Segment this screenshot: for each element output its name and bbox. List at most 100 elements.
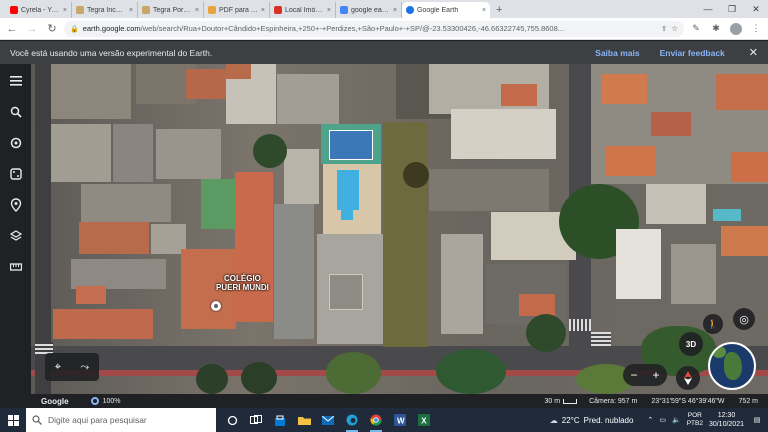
more-menu-icon[interactable]: ⋮ <box>748 21 764 37</box>
chevron-up-icon[interactable]: ⌃ <box>647 416 653 424</box>
pool <box>713 209 741 221</box>
voyager-icon[interactable] <box>9 136 23 150</box>
svg-text:X: X <box>421 417 427 426</box>
mini-globe[interactable] <box>708 342 756 390</box>
notifications-icon[interactable]: ▤ <box>750 413 764 427</box>
building-roof <box>79 222 149 254</box>
volume-icon[interactable]: 🔈 <box>672 416 681 424</box>
zoom-level: 100% <box>102 397 121 405</box>
close-tab-icon[interactable]: × <box>393 7 397 14</box>
map-status-bar: Google 100% 30 m Câmera: 957 m 23°31'59"… <box>31 394 768 408</box>
building-roof <box>226 64 251 79</box>
close-tab-icon[interactable]: × <box>195 7 199 14</box>
ground-elevation: 752 m <box>738 397 758 405</box>
close-tab-icon[interactable]: × <box>261 7 265 14</box>
coordinates: 23°31'59"S 46°39'46"W <box>651 397 725 405</box>
bookmark-star-icon[interactable]: ☆ <box>671 24 678 33</box>
minimize-icon[interactable]: — <box>696 0 720 18</box>
search-placeholder: Digite aqui para pesquisar <box>48 415 147 425</box>
tab-youtube[interactable]: Cyrela - YouTube × <box>6 2 72 18</box>
screen: Cyrela - YouTube × Tegra Incorporad × Te… <box>0 0 768 432</box>
clock[interactable]: 12:30 30/10/2021 <box>709 411 744 429</box>
weather-widget[interactable]: ☁ 22°C Pred. nublado <box>550 416 634 425</box>
close-tab-icon[interactable]: × <box>327 7 331 14</box>
satellite-map[interactable]: COLÉGIO PUERI MUNDI ⌖ ⤳ 🚶 ◎ 3D − + <box>31 64 768 394</box>
restore-icon[interactable]: ❐ <box>720 0 744 18</box>
extension-icon[interactable]: ✎ <box>688 21 704 37</box>
task-view-icon[interactable] <box>244 408 268 432</box>
building-roof <box>235 172 273 322</box>
tower-roof <box>329 274 363 310</box>
zoom-out-button[interactable]: − <box>630 368 637 382</box>
tower-building <box>441 234 483 334</box>
toggle-3d-button[interactable]: 3D <box>679 332 703 356</box>
new-tab-button[interactable]: + <box>490 2 508 18</box>
browser-toolbar: ← → ↻ 🔒 earth.google.com/web/search/Rua+… <box>0 18 768 40</box>
tab-tegra-portal[interactable]: Tegra Portal Corr × <box>138 2 204 18</box>
start-button[interactable] <box>0 408 26 432</box>
dice-icon[interactable] <box>9 167 23 181</box>
tab-tegra-incorporadora[interactable]: Tegra Incorporad × <box>72 2 138 18</box>
tab-label: google earth - co <box>351 6 390 14</box>
share-icon[interactable]: ⇪ <box>661 24 667 33</box>
zoom-control: − + <box>623 364 667 386</box>
tab-label: Cyrela - YouTube <box>21 6 60 14</box>
svg-text:W: W <box>397 417 405 426</box>
place-label-colegio[interactable]: COLÉGIO PUERI MUNDI <box>216 274 269 292</box>
tegra-icon <box>76 6 84 14</box>
tab-label: PDF para TXT: Co <box>219 6 258 14</box>
back-icon[interactable]: ← <box>4 21 20 37</box>
menu-icon[interactable] <box>9 74 23 88</box>
building <box>81 184 171 222</box>
building <box>277 74 339 124</box>
puzzle-icon[interactable]: ✱ <box>708 21 724 37</box>
tree <box>526 314 566 352</box>
zoom-in-button[interactable]: + <box>652 368 659 382</box>
window-controls: — ❐ ✕ <box>696 0 768 18</box>
location-pin-icon[interactable]: ⌖ <box>55 361 61 374</box>
taskbar-search-box[interactable]: Digite aqui para pesquisar <box>26 408 216 432</box>
close-tab-icon[interactable]: × <box>482 7 486 14</box>
chrome-icon[interactable] <box>364 408 388 432</box>
building-roof <box>731 152 768 182</box>
building-roof <box>716 74 768 110</box>
tab-google-search[interactable]: google earth - co × <box>336 2 402 18</box>
edge-icon[interactable] <box>340 408 364 432</box>
folder-icon[interactable] <box>292 408 316 432</box>
close-banner-icon[interactable]: ✕ <box>749 46 758 59</box>
pegman-icon[interactable]: 🚶 <box>703 314 723 334</box>
forward-icon[interactable]: → <box>24 21 40 37</box>
ruler-icon[interactable] <box>9 260 23 274</box>
tab-google-earth[interactable]: Google Earth × <box>402 2 490 18</box>
reload-icon[interactable]: ↻ <box>44 21 60 37</box>
close-tab-icon[interactable]: × <box>129 7 133 14</box>
tab-local-imoveis[interactable]: Local Imóveis - Tr × <box>270 2 336 18</box>
mail-icon[interactable] <box>316 408 340 432</box>
close-tab-icon[interactable]: × <box>63 7 67 14</box>
network-icon[interactable]: ▭ <box>659 416 666 424</box>
compass-icon[interactable] <box>676 366 700 390</box>
close-window-icon[interactable]: ✕ <box>744 0 768 18</box>
path-icon[interactable]: ⤳ <box>80 361 89 374</box>
pin-icon[interactable] <box>9 198 23 212</box>
layers-icon[interactable] <box>9 229 23 243</box>
profile-avatar[interactable] <box>728 21 744 37</box>
experimental-banner: Você está usando uma versão experimental… <box>0 41 768 64</box>
search-icon[interactable] <box>9 105 23 119</box>
language-indicator[interactable]: POR PTB2 <box>687 412 703 428</box>
place-pin-icon[interactable] <box>211 301 221 311</box>
address-bar[interactable]: 🔒 earth.google.com/web/search/Rua+Doutor… <box>64 20 684 37</box>
word-icon[interactable]: W <box>388 408 412 432</box>
tree <box>253 134 287 168</box>
lock-icon[interactable]: 🔒 <box>70 25 79 33</box>
cloud-icon: ☁ <box>549 415 558 425</box>
store-icon[interactable] <box>268 408 292 432</box>
building <box>274 204 314 339</box>
excel-icon[interactable]: X <box>412 408 436 432</box>
send-feedback-link[interactable]: Enviar feedback <box>660 48 725 58</box>
my-location-icon[interactable]: ◎ <box>733 308 755 330</box>
learn-more-link[interactable]: Saiba mais <box>595 48 639 58</box>
tab-pdf-txt[interactable]: PDF para TXT: Co × <box>204 2 270 18</box>
crosswalk <box>569 319 591 331</box>
cortana-icon[interactable] <box>220 408 244 432</box>
